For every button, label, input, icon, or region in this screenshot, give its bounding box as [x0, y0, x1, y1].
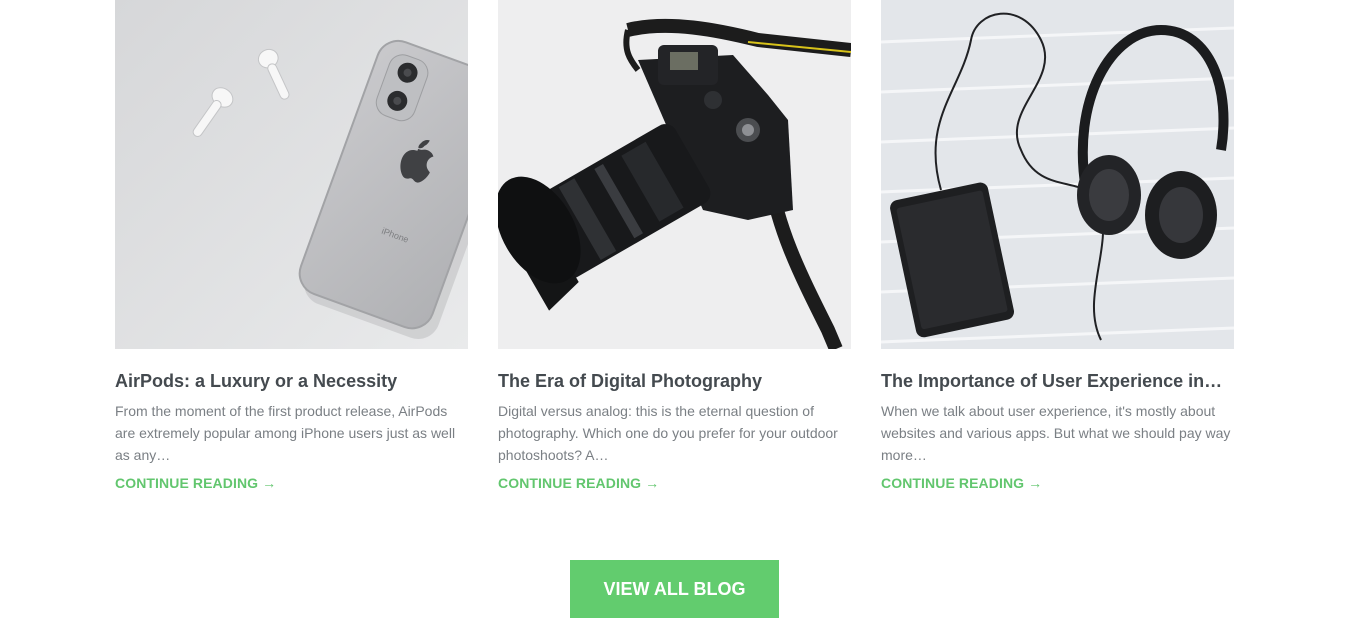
post-thumbnail-headphones[interactable] [881, 0, 1234, 349]
post-title[interactable]: AirPods: a Luxury or a Necessity [115, 370, 468, 392]
continue-reading-link[interactable]: CONTINUE READING → [498, 475, 659, 491]
arrow-right-icon: → [1028, 475, 1043, 491]
blog-post-card: The Importance of User Experience in… Wh… [881, 0, 1234, 493]
post-excerpt: Digital versus analog: this is the etern… [498, 403, 838, 463]
airpods-iphone-photo: iPhone [115, 0, 468, 349]
blog-post-card: iPhone AirPods: a Luxury or a Necessity … [115, 0, 468, 493]
post-excerpt: When we talk about user experience, it's… [881, 403, 1231, 463]
continue-reading-label: CONTINUE READING [881, 475, 1025, 491]
post-thumbnail-airpods[interactable]: iPhone [115, 0, 468, 349]
continue-reading-link[interactable]: CONTINUE READING → [881, 475, 1042, 491]
camera-photo [498, 0, 851, 349]
blog-post-card: The Era of Digital Photography Digital v… [498, 0, 851, 493]
continue-reading-label: CONTINUE READING [115, 475, 259, 491]
post-thumbnail-camera[interactable] [498, 0, 851, 349]
headphones-phone-photo [881, 0, 1234, 349]
post-excerpt: From the moment of the first product rel… [115, 403, 456, 463]
continue-reading-link[interactable]: CONTINUE READING → [115, 475, 276, 491]
arrow-right-icon: → [645, 475, 660, 491]
blog-post-grid: iPhone AirPods: a Luxury or a Necessity … [115, 0, 1234, 500]
continue-reading-label: CONTINUE READING [498, 475, 642, 491]
post-title[interactable]: The Importance of User Experience in… [881, 370, 1234, 392]
post-title[interactable]: The Era of Digital Photography [498, 370, 851, 392]
view-all-blog-button[interactable]: VIEW ALL BLOG [570, 560, 779, 618]
arrow-right-icon: → [262, 475, 277, 491]
